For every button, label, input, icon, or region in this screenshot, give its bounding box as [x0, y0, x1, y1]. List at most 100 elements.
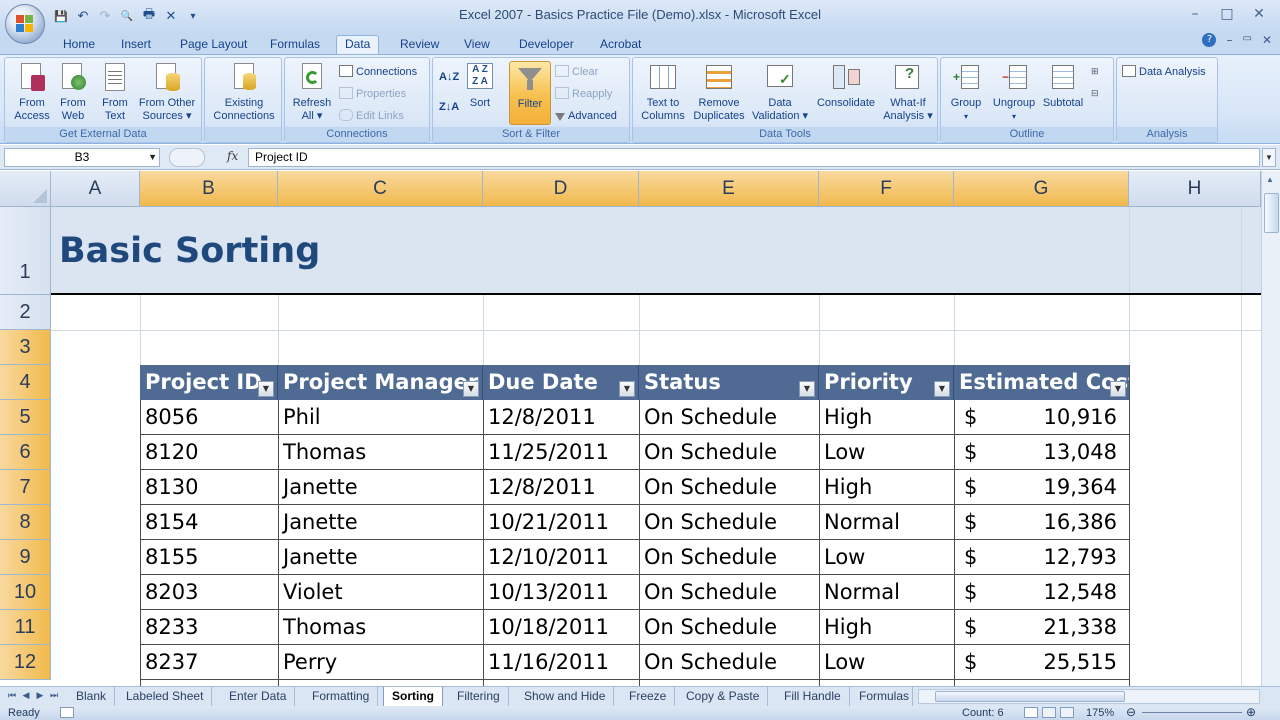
data-validation-button[interactable]: ✓ Data Validation ▾ [749, 61, 811, 123]
row-header-7[interactable]: 7 [0, 470, 51, 505]
header-priority[interactable]: Priority ▼ [819, 365, 954, 400]
show-detail-icon[interactable]: ⊞ [1091, 62, 1099, 80]
column-header-g[interactable]: G [954, 171, 1129, 207]
properties-button[interactable]: Properties [339, 85, 406, 103]
cell-priority[interactable]: High [819, 400, 954, 435]
help-icon[interactable]: ? [1202, 33, 1217, 47]
cell-project-manager[interactable]: Violet [278, 575, 483, 610]
cell-priority[interactable]: Normal [819, 575, 954, 610]
cell-project-id[interactable]: 8155 [140, 540, 278, 575]
from-web-button[interactable]: From Web [53, 61, 93, 123]
cell-priority[interactable]: Low [819, 645, 954, 680]
column-header-c[interactable]: C [278, 171, 483, 207]
tab-insert[interactable]: Insert [113, 35, 159, 54]
header-project-id[interactable]: Project ID ▼ [140, 365, 278, 400]
tab-review[interactable]: Review [392, 35, 447, 54]
row-header-10[interactable]: 10 [0, 575, 51, 610]
header-project-manager[interactable]: Project Manager ▼ [278, 365, 483, 400]
scroll-up-icon[interactable]: ▲ [1266, 175, 1274, 184]
formula-input[interactable]: Project ID [248, 148, 1260, 167]
filter-dropdown-icon[interactable]: ▼ [463, 381, 479, 397]
sheet-tab-labeled-sheet[interactable]: Labeled Sheet [118, 687, 213, 706]
cell-priority[interactable]: Normal [819, 505, 954, 540]
ungroup-dropdown-icon[interactable]: ▾ [989, 110, 1039, 123]
row-header-6[interactable]: 6 [0, 435, 51, 470]
hide-detail-icon[interactable]: ⊟ [1091, 84, 1099, 102]
row-header-2[interactable]: 2 [0, 295, 51, 330]
last-sheet-icon[interactable]: ⏭ [48, 689, 60, 704]
ungroup-button[interactable]: − Ungroup ▾ [989, 61, 1039, 123]
column-header-e[interactable]: E [639, 171, 819, 207]
cell-due-date[interactable]: 10/21/2011 [483, 505, 639, 540]
sheet-tab-freeze[interactable]: Freeze [621, 687, 676, 706]
header-due-date[interactable]: Due Date ▼ [483, 365, 639, 400]
next-sheet-icon[interactable]: ▶ [34, 689, 46, 704]
cell-due-date[interactable]: 10/13/2011 [483, 575, 639, 610]
vertical-scrollbar[interactable]: ▲ [1261, 171, 1280, 686]
column-header-h[interactable]: H [1129, 171, 1261, 207]
horizontal-scroll-thumb[interactable] [935, 691, 1125, 702]
cell-project-manager[interactable]: Thomas [278, 435, 483, 470]
cell-due-date[interactable]: 12/8/2011 [483, 400, 639, 435]
tab-data[interactable]: Data [336, 35, 380, 54]
sheet-tab-formatting[interactable]: Formatting [304, 687, 379, 706]
group-dropdown-icon[interactable]: ▾ [943, 110, 989, 123]
row-header-3[interactable]: 3 [0, 330, 51, 365]
sort-ascending-icon[interactable]: A↓Z [439, 68, 459, 86]
tab-view[interactable]: View [456, 35, 498, 54]
tab-page-layout[interactable]: Page Layout [172, 35, 255, 54]
cell-project-id[interactable]: 8233 [140, 610, 278, 645]
cell-status[interactable]: On Schedule [639, 540, 819, 575]
consolidate-button[interactable]: Consolidate [811, 61, 881, 110]
select-all-corner[interactable] [0, 171, 51, 207]
column-header-d[interactable]: D [483, 171, 639, 207]
zoom-out-icon[interactable]: ⊖ [1126, 705, 1136, 719]
sheet-tab-show-and-hide[interactable]: Show and Hide [516, 687, 615, 706]
cell-estimated-cost[interactable]: 21,338 [954, 610, 1117, 645]
minimize-button[interactable]: – [1180, 4, 1210, 24]
edit-links-button[interactable]: Edit Links [339, 107, 404, 125]
from-access-button[interactable]: From Access [7, 61, 57, 123]
cell-due-date[interactable]: 12/8/2011 [483, 470, 639, 505]
horizontal-scrollbar[interactable] [918, 689, 1260, 704]
sheet-tab-formulas[interactable]: Formulas [851, 687, 913, 706]
cell-priority[interactable]: High [819, 610, 954, 645]
cell-project-id[interactable]: 8120 [140, 435, 278, 470]
ribbon-minimize-icon[interactable]: – [1226, 33, 1232, 47]
vertical-scroll-thumb[interactable] [1264, 193, 1279, 233]
prev-sheet-icon[interactable]: ◀ [20, 689, 32, 704]
cell-status[interactable]: On Schedule [639, 645, 819, 680]
name-box-dropdown-icon[interactable]: ▼ [148, 149, 157, 166]
cell-project-manager[interactable]: Janette [278, 540, 483, 575]
reapply-button[interactable]: Reapply [555, 85, 612, 103]
cell-priority[interactable]: Low [819, 540, 954, 575]
workbook-close-icon[interactable]: ✕ [1262, 33, 1272, 47]
zoom-slider[interactable] [1142, 712, 1242, 713]
cell-project-manager[interactable]: Perry [278, 645, 483, 680]
maximize-button[interactable]: □ [1212, 4, 1242, 24]
normal-view-icon[interactable] [1024, 707, 1038, 718]
sheet-tab-copy-paste[interactable]: Copy & Paste [678, 687, 769, 706]
cell-estimated-cost[interactable]: 19,364 [954, 470, 1117, 505]
sort-descending-icon[interactable]: Z↓A [439, 98, 459, 116]
connections-button[interactable]: Connections [339, 63, 417, 81]
cell-estimated-cost[interactable]: 16,386 [954, 505, 1117, 540]
sheet-tab-enter-data[interactable]: Enter Data [221, 687, 296, 706]
cell-due-date[interactable]: 12/10/2011 [483, 540, 639, 575]
page-layout-view-icon[interactable] [1042, 707, 1056, 718]
cell-status[interactable]: On Schedule [639, 435, 819, 470]
tab-home[interactable]: Home [55, 35, 103, 54]
cell-status[interactable]: On Schedule [639, 400, 819, 435]
tab-acrobat[interactable]: Acrobat [592, 35, 649, 54]
cell-due-date[interactable]: 11/25/2011 [483, 435, 639, 470]
insert-function-icon[interactable]: fx [227, 149, 238, 163]
sheet-tab-fill-handle[interactable]: Fill Handle [776, 687, 850, 706]
column-header-b[interactable]: B [140, 171, 278, 207]
close-window-button[interactable]: ✕ [1244, 4, 1274, 24]
office-button[interactable] [5, 4, 45, 44]
remove-duplicates-button[interactable]: Remove Duplicates [689, 61, 749, 123]
cell-project-manager[interactable]: Janette [278, 470, 483, 505]
ribbon-restore-icon[interactable]: ▭ [1242, 33, 1251, 47]
sheet-tab-sorting[interactable]: Sorting [383, 687, 443, 706]
cell-area[interactable]: Basic Sorting Project ID ▼ Project Manage… [51, 207, 1261, 686]
